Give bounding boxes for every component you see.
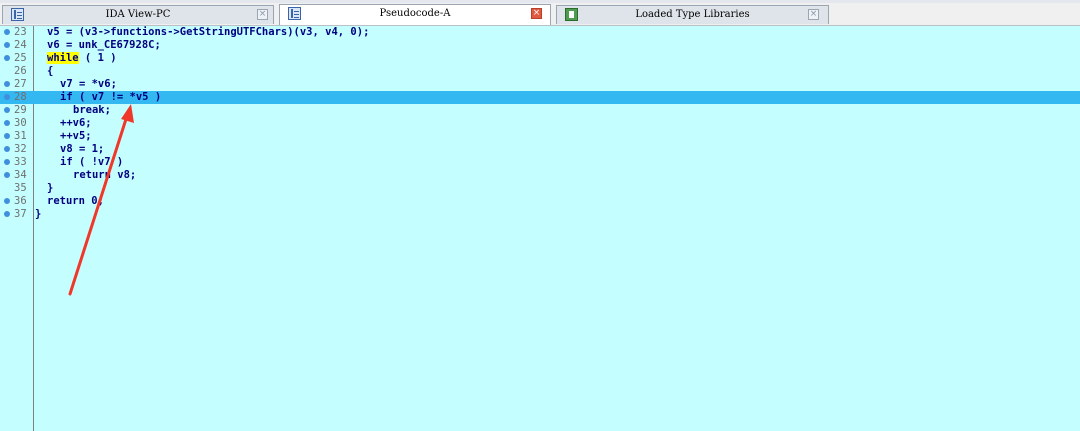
code-text: break; [73, 104, 111, 116]
breakpoint-dot-icon[interactable] [4, 146, 10, 152]
line-number: 29 [14, 104, 27, 116]
tab-label: Loaded Type Libraries [635, 9, 750, 20]
code-text: while ( 1 ) [47, 52, 117, 64]
code-line[interactable]: 27 v7 = *v6; [0, 78, 1080, 91]
line-number: 35 [14, 182, 27, 194]
code-line-highlighted[interactable]: 28 if ( v7 != *v5 ) [0, 91, 1080, 104]
tab-bar-strip [0, 0, 1080, 3]
tab-bar: IDA View-PC × Pseudocode-A × Loaded Type… [0, 0, 1080, 26]
breakpoint-dot-icon[interactable] [4, 159, 10, 165]
code-line[interactable]: 25 while ( 1 ) [0, 52, 1080, 65]
code-text: v6 = unk_CE67928C; [47, 39, 161, 51]
breakpoint-dot-icon[interactable] [4, 94, 10, 100]
line-number: 36 [14, 195, 27, 207]
code-text: if ( v7 != *v5 ) [60, 91, 162, 103]
breakpoint-dot-icon[interactable] [4, 211, 10, 217]
breakpoint-dot-icon[interactable] [4, 133, 10, 139]
code-line[interactable]: 26 { [0, 65, 1080, 78]
code-text: ++v6; [60, 117, 92, 129]
line-number: 25 [14, 52, 27, 64]
code-text: return 0; [47, 195, 104, 207]
line-number: 28 [14, 91, 27, 103]
breakpoint-dot-icon[interactable] [4, 198, 10, 204]
code-line[interactable]: 32 v8 = 1; [0, 143, 1080, 156]
tab-ida-view-pc[interactable]: IDA View-PC × [2, 5, 274, 24]
line-number: 37 [14, 208, 27, 220]
code-text: v8 = 1; [60, 143, 105, 155]
line-number: 24 [14, 39, 27, 51]
close-icon[interactable]: × [808, 9, 819, 20]
line-number: 30 [14, 117, 27, 129]
code-line[interactable]: 24 v6 = unk_CE67928C; [0, 39, 1080, 52]
line-number: 23 [14, 26, 27, 38]
code-line[interactable]: 34 return v8; [0, 169, 1080, 182]
code-line[interactable]: 33 if ( !v7 ) [0, 156, 1080, 169]
tab-label: IDA View-PC [105, 9, 171, 20]
tab-pseudocode-a[interactable]: Pseudocode-A × [279, 4, 551, 25]
tab-loaded-type-libraries[interactable]: Loaded Type Libraries × [556, 5, 829, 24]
code-text: } [47, 182, 54, 194]
line-number: 26 [14, 65, 27, 77]
code-text: v5 = (v3->functions->GetStringUTFChars)(… [47, 26, 370, 38]
code-text: } [35, 208, 42, 220]
breakpoint-dot-icon[interactable] [4, 172, 10, 178]
code-text: ++v5; [60, 130, 92, 142]
line-number: 34 [14, 169, 27, 181]
code-text: return v8; [73, 169, 137, 181]
code-line[interactable]: 30 ++v6; [0, 117, 1080, 130]
tab-label: Pseudocode-A [379, 8, 451, 19]
line-number: 31 [14, 130, 27, 142]
breakpoint-dot-icon[interactable] [4, 120, 10, 126]
code-line[interactable]: 23 v5 = (v3->functions->GetStringUTFChar… [0, 26, 1080, 39]
code-line[interactable]: 31 ++v5; [0, 130, 1080, 143]
close-icon[interactable]: × [531, 8, 542, 19]
close-icon[interactable]: × [257, 9, 268, 20]
code-text: v7 = *v6; [60, 78, 117, 90]
code-line[interactable]: 36 return 0; [0, 195, 1080, 208]
while-keyword: while [47, 52, 79, 64]
code-text: { [47, 65, 54, 77]
code-line[interactable]: 37 } [0, 208, 1080, 221]
breakpoint-dot-icon[interactable] [4, 107, 10, 113]
breakpoint-dot-icon[interactable] [4, 42, 10, 48]
line-number: 32 [14, 143, 27, 155]
breakpoint-dot-icon[interactable] [4, 81, 10, 87]
code-line[interactable]: 29 break; [0, 104, 1080, 117]
line-number: 27 [14, 78, 27, 90]
breakpoint-dot-icon[interactable] [4, 29, 10, 35]
breakpoint-dot-icon[interactable] [4, 55, 10, 61]
line-number: 33 [14, 156, 27, 168]
code-line[interactable]: 35 } [0, 182, 1080, 195]
code-text: if ( !v7 ) [60, 156, 124, 168]
